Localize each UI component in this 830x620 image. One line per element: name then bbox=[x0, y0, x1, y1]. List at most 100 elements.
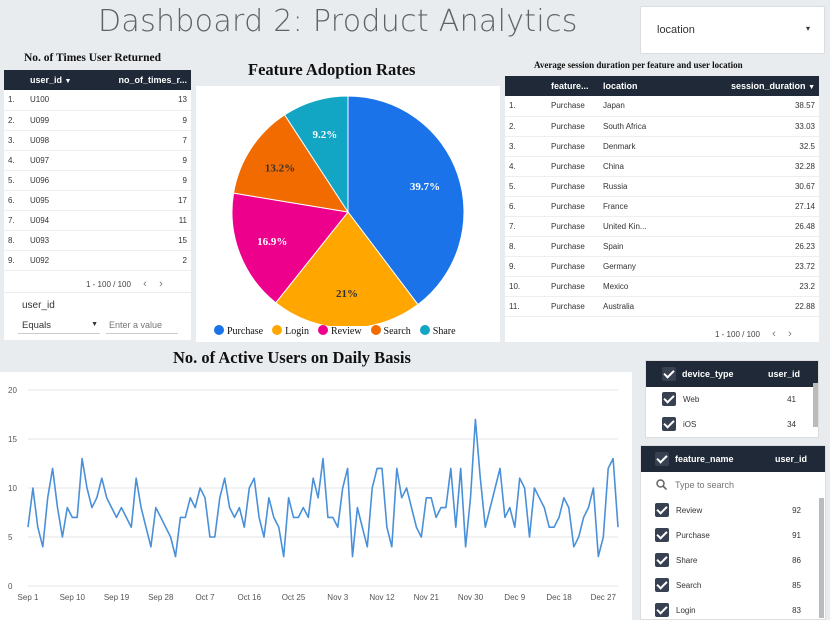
table-header-times-returned[interactable]: no_of_times_r... bbox=[90, 70, 191, 90]
table-row[interactable]: 11. Purchase Australia 22.88 bbox=[505, 296, 819, 317]
select-all-checkbox[interactable] bbox=[655, 452, 669, 466]
table-row[interactable]: 4. U097 9 bbox=[4, 150, 191, 171]
sort-down-icon[interactable]: ▼ bbox=[65, 78, 72, 85]
table-row[interactable]: 1. Purchase Japan 38.57 bbox=[505, 96, 819, 117]
row-index: 9. bbox=[4, 250, 26, 271]
checkbox[interactable] bbox=[655, 503, 669, 517]
legend-label: Login bbox=[285, 326, 309, 337]
scrollbar[interactable] bbox=[819, 498, 824, 618]
table-header-session-duration[interactable]: session_duration ▼ bbox=[678, 76, 819, 96]
sort-down-icon[interactable]: ▼ bbox=[808, 84, 815, 91]
checkbox[interactable] bbox=[655, 603, 669, 617]
line-chart-title: No. of Active Users on Daily Basis bbox=[173, 348, 411, 367]
feature-filter-header: feature_name user_id bbox=[641, 446, 825, 472]
table-row[interactable]: 7. U094 11 bbox=[4, 210, 191, 231]
feature-search-input[interactable] bbox=[675, 477, 805, 492]
table-row[interactable]: 3. U098 7 bbox=[4, 130, 191, 151]
session-duration-cell: 26.23 bbox=[678, 236, 819, 257]
table-row[interactable]: 2. U099 9 bbox=[4, 110, 191, 131]
filter-option[interactable]: Share 86 bbox=[641, 548, 825, 573]
chevron-right-icon[interactable]: › bbox=[159, 278, 163, 290]
x-tick-label: Sep 28 bbox=[148, 593, 174, 602]
option-label: Login bbox=[676, 606, 696, 615]
filter-option[interactable]: Search 85 bbox=[641, 573, 825, 598]
row-index: 4. bbox=[505, 156, 547, 177]
table-row[interactable]: 9. Purchase Germany 23.72 bbox=[505, 256, 819, 277]
chevron-left-icon[interactable]: ‹ bbox=[772, 328, 776, 340]
legend-item[interactable]: Review bbox=[318, 325, 362, 337]
chevron-right-icon[interactable]: › bbox=[788, 328, 792, 340]
option-label: Purchase bbox=[676, 531, 710, 540]
table-row[interactable]: 6. U095 17 bbox=[4, 190, 191, 211]
pie-legend: Purchase Login Review Search Share bbox=[214, 325, 465, 337]
table-row[interactable]: 6. Purchase France 27.14 bbox=[505, 196, 819, 217]
table-row[interactable]: 4. Purchase China 32.28 bbox=[505, 156, 819, 177]
row-index: 6. bbox=[4, 190, 26, 211]
filter-value-input[interactable] bbox=[106, 317, 178, 334]
location-cell: Japan bbox=[599, 96, 679, 117]
checkbox[interactable] bbox=[655, 528, 669, 542]
table-row[interactable]: 5. Purchase Russia 30.67 bbox=[505, 176, 819, 197]
checkbox[interactable] bbox=[662, 417, 676, 431]
pie-slice-label: 13.2% bbox=[265, 163, 295, 175]
pager-range: 1 - 100 / 100 bbox=[715, 330, 760, 339]
session-duration-cell: 23.2 bbox=[678, 276, 819, 297]
table-header-feature[interactable]: feature... bbox=[547, 76, 599, 96]
x-tick-label: Nov 3 bbox=[327, 593, 348, 602]
table-header-user-id[interactable]: user_id ▼ bbox=[26, 70, 91, 90]
y-tick-label: 5 bbox=[8, 533, 13, 542]
checkbox[interactable] bbox=[655, 553, 669, 567]
times-returned-cell: 9 bbox=[90, 150, 191, 171]
legend-swatch bbox=[370, 325, 381, 335]
returned-table: user_id ▼ no_of_times_r... 1. U100 13 2. U09… bbox=[4, 70, 191, 271]
option-label: Search bbox=[676, 581, 702, 590]
table-row[interactable]: 3. Purchase Denmark 32.5 bbox=[505, 136, 819, 157]
table-row[interactable]: 5. U096 9 bbox=[4, 170, 191, 191]
row-index: 7. bbox=[505, 216, 547, 237]
session-table-pager: 1 - 100 / 100 ‹ › bbox=[715, 328, 792, 340]
filter-option[interactable]: Purchase 91 bbox=[641, 523, 825, 548]
checkbox[interactable] bbox=[662, 392, 676, 406]
x-tick-label: Sep 10 bbox=[60, 593, 86, 602]
legend-item[interactable]: Purchase bbox=[214, 325, 263, 337]
table-row[interactable]: 7. Purchase United Kin... 26.48 bbox=[505, 216, 819, 237]
legend-item[interactable]: Login bbox=[272, 325, 309, 337]
row-index: 5. bbox=[505, 176, 547, 197]
location-dropdown[interactable]: location ▾ bbox=[640, 6, 825, 54]
legend-item[interactable]: Share bbox=[419, 325, 456, 337]
table-row[interactable]: 10. Purchase Mexico 23.2 bbox=[505, 276, 819, 297]
feature-search[interactable] bbox=[641, 472, 825, 498]
feature-cell: Purchase bbox=[547, 96, 599, 117]
filter-option[interactable]: iOS 34 bbox=[646, 412, 818, 437]
row-index: 10. bbox=[505, 276, 547, 297]
table-row[interactable]: 8. Purchase Spain 26.23 bbox=[505, 236, 819, 257]
location-cell: United Kin... bbox=[599, 216, 679, 237]
filter-option[interactable]: Web 41 bbox=[646, 387, 818, 412]
scrollbar[interactable] bbox=[813, 383, 818, 427]
operator-select[interactable]: Equals ▼ bbox=[18, 318, 100, 334]
filter-field-label: user_id bbox=[22, 300, 55, 311]
chevron-left-icon[interactable]: ‹ bbox=[143, 278, 147, 290]
checkbox[interactable] bbox=[655, 578, 669, 592]
x-tick-label: Nov 21 bbox=[414, 593, 440, 602]
legend-item[interactable]: Search bbox=[370, 325, 411, 337]
table-row[interactable]: 1. U100 13 bbox=[4, 90, 191, 111]
select-all-checkbox[interactable] bbox=[662, 367, 676, 381]
table-row[interactable]: 8. U093 15 bbox=[4, 230, 191, 251]
times-returned-cell: 11 bbox=[90, 210, 191, 231]
option-label: iOS bbox=[683, 420, 697, 429]
feature-cell: Purchase bbox=[547, 296, 599, 317]
table-row[interactable]: 9. U092 2 bbox=[4, 250, 191, 271]
location-cell: Australia bbox=[599, 296, 679, 317]
feature-cell: Purchase bbox=[547, 136, 599, 157]
user-id-cell: U097 bbox=[26, 150, 91, 171]
returned-table-title: No. of Times User Returned bbox=[24, 52, 162, 64]
user-id-cell: U092 bbox=[26, 250, 91, 271]
x-tick-label: Dec 18 bbox=[546, 593, 572, 602]
filter-option[interactable]: Login 83 bbox=[641, 598, 825, 619]
table-header-location[interactable]: location bbox=[599, 76, 679, 96]
table-row[interactable]: 2. Purchase South Africa 33.03 bbox=[505, 116, 819, 137]
x-tick-label: Sep 19 bbox=[104, 593, 130, 602]
filter-option[interactable]: Review 92 bbox=[641, 498, 825, 523]
y-tick-label: 20 bbox=[8, 386, 17, 395]
